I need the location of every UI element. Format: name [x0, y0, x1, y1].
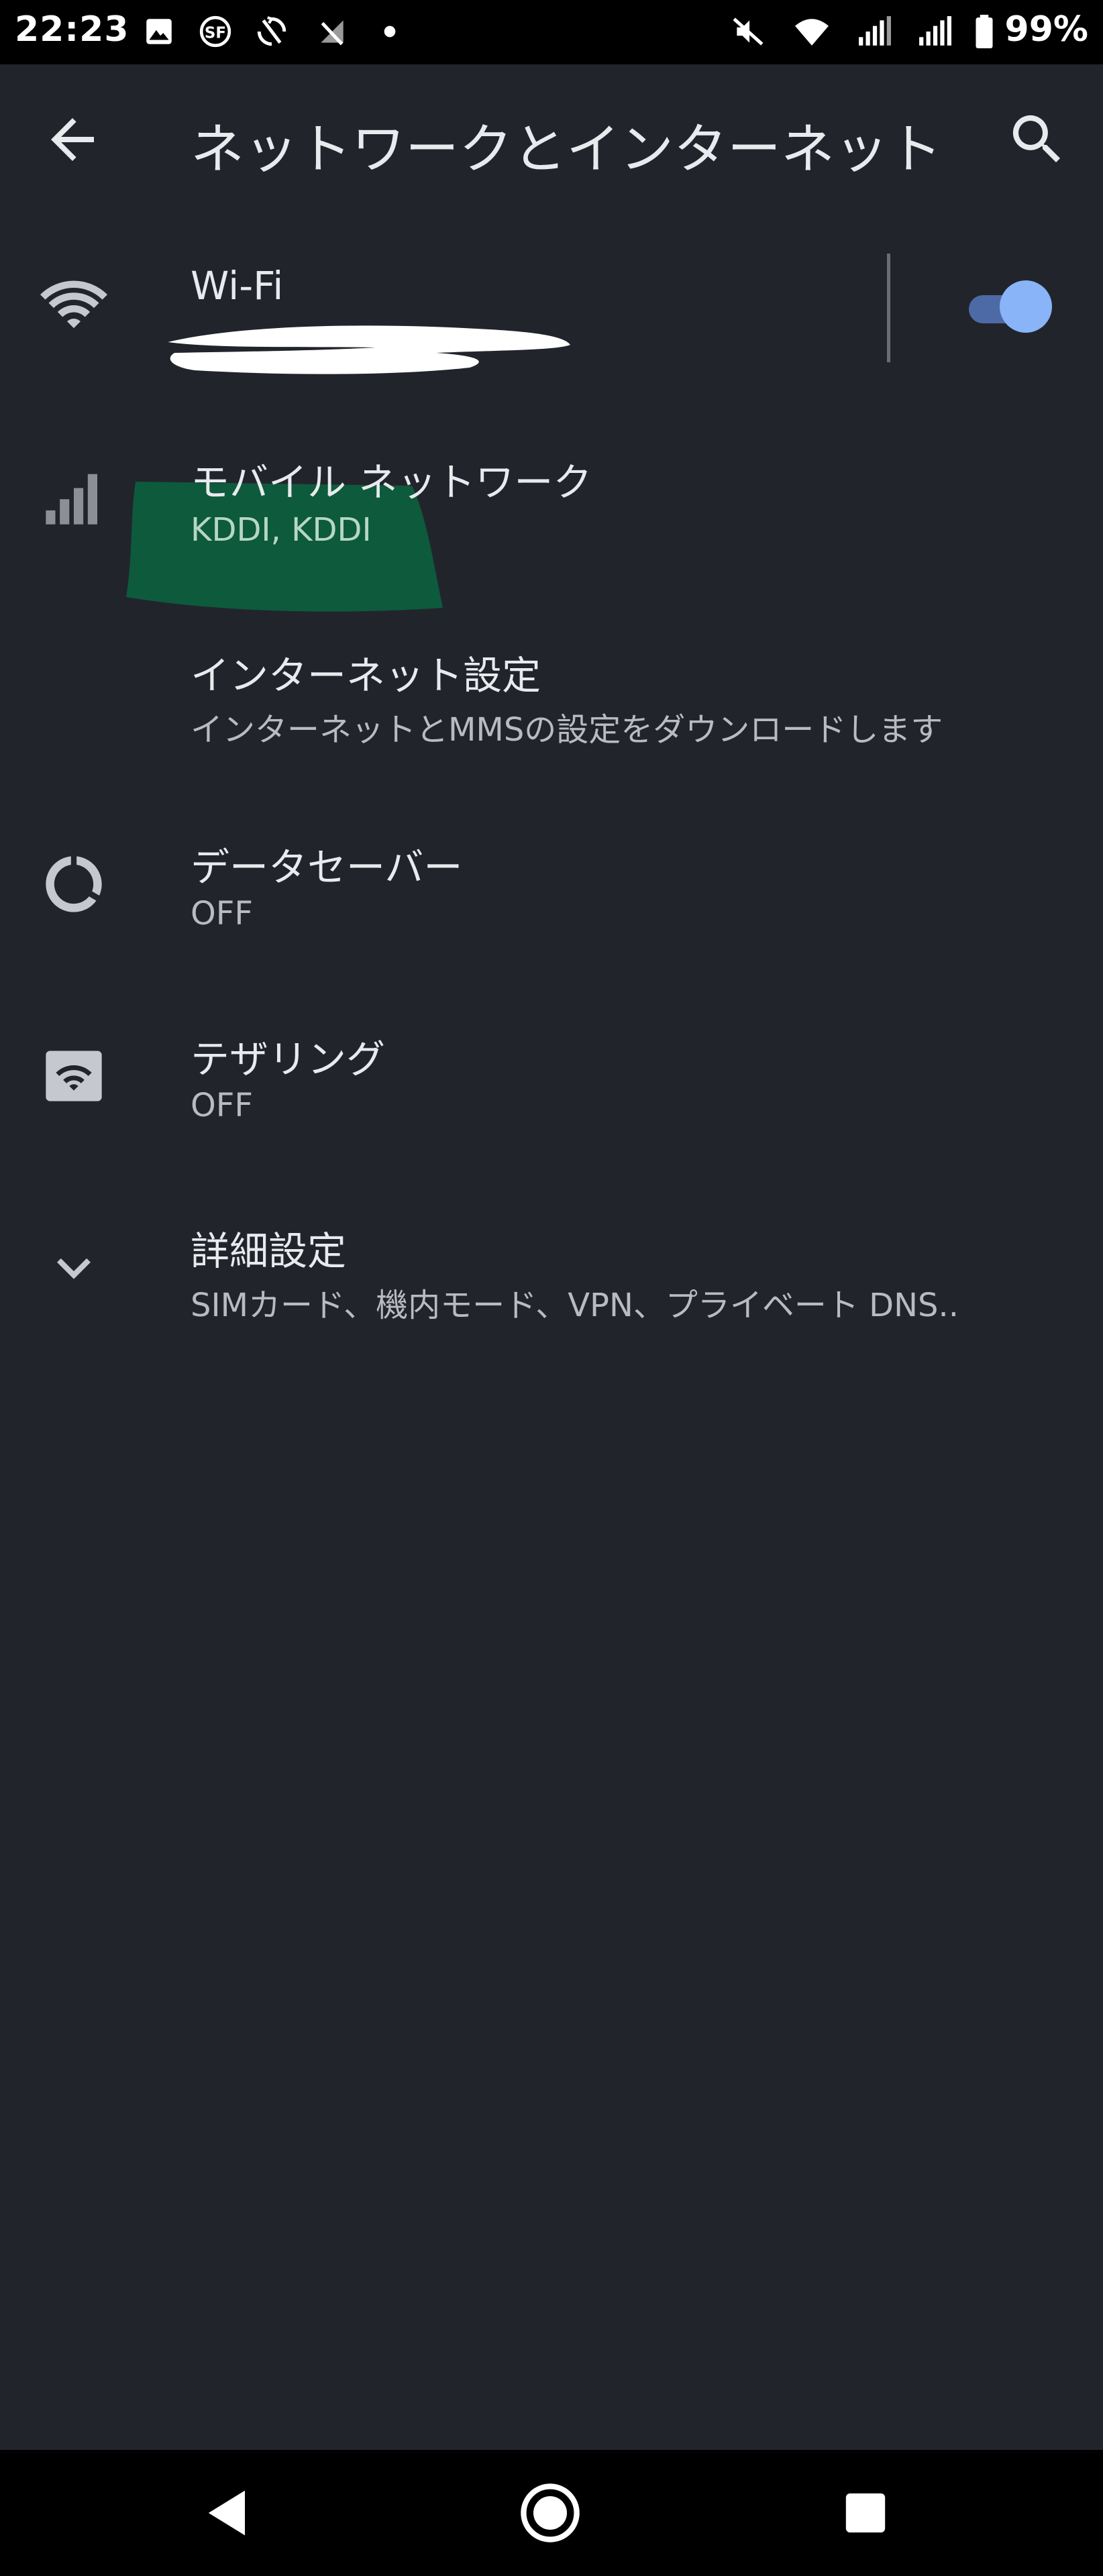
signal-icon — [859, 16, 891, 46]
search-icon[interactable] — [1005, 107, 1069, 172]
item-summary: KDDI, KDDI — [191, 511, 372, 549]
no-signal-icon — [321, 20, 344, 46]
app-bar: ネットワークとインターネット — [0, 64, 1103, 208]
toggle-divider — [887, 254, 890, 362]
wifi-icon — [40, 280, 107, 329]
list-item-mobile-network[interactable]: モバイル ネットワーク KDDI, KDDI — [0, 402, 1103, 612]
image-icon — [146, 19, 172, 44]
back-triangle-icon[interactable] — [195, 2479, 262, 2546]
battery-icon — [976, 15, 993, 48]
dot-icon — [384, 25, 396, 38]
svg-text:SF: SF — [205, 24, 226, 42]
list-item-wifi[interactable]: Wi-Fi — [0, 212, 1103, 402]
mute-icon — [733, 17, 764, 46]
status-time: 22:23 — [15, 9, 129, 50]
list-item-advanced[interactable]: 詳細設定 SIMカード、機内モード、VPN、プライベート DNS.. — [0, 1171, 1103, 1362]
item-summary: インターネットとMMSの設定をダウンロードします — [191, 711, 943, 749]
item-title: モバイル ネットワーク — [191, 460, 592, 505]
wifi-icon — [795, 19, 829, 46]
item-summary: OFF — [191, 1087, 253, 1124]
item-title: データセーバー — [191, 845, 463, 890]
status-bar: 22:23 SF 99% — [0, 0, 1103, 64]
arrow-back-icon[interactable] — [40, 107, 105, 172]
item-title: テザリング — [191, 1036, 386, 1082]
item-summary: OFF — [191, 895, 253, 932]
settings-screen: 22:23 SF 99% ネットワークとインターネット Wi-Fi モバイル ネ… — [0, 0, 1103, 2576]
item-title: インターネット設定 — [191, 653, 541, 698]
chevron-down-icon — [57, 1258, 91, 1279]
sf-app-icon: SF — [199, 15, 231, 48]
list-item-tethering[interactable]: テザリング OFF — [0, 979, 1103, 1170]
page-title: ネットワークとインターネット — [191, 118, 942, 180]
hotspot-icon — [46, 1051, 102, 1102]
signal-icon-2 — [919, 16, 951, 46]
toggle-knob — [1000, 280, 1052, 333]
item-title: 詳細設定 — [191, 1228, 347, 1274]
redaction-scribble — [168, 325, 570, 374]
item-title: Wi-Fi — [191, 263, 284, 309]
sync-off-icon — [257, 16, 286, 46]
wifi-toggle[interactable] — [966, 276, 1052, 338]
list-item-internet-settings[interactable]: インターネット設定 インターネットとMMSの設定をダウンロードします — [0, 596, 1103, 786]
list-item-data-saver[interactable]: データセーバー OFF — [0, 788, 1103, 978]
item-summary: SIMカード、機内モード、VPN、プライベート DNS.. — [191, 1287, 959, 1324]
battery-percent: 99% — [1004, 9, 1088, 50]
signal-bars-icon — [46, 474, 97, 525]
navigation-bar — [0, 2450, 1103, 2576]
home-circle-icon[interactable] — [517, 2479, 584, 2546]
data-saver-icon — [46, 856, 102, 912]
recents-square-icon[interactable] — [832, 2479, 899, 2546]
